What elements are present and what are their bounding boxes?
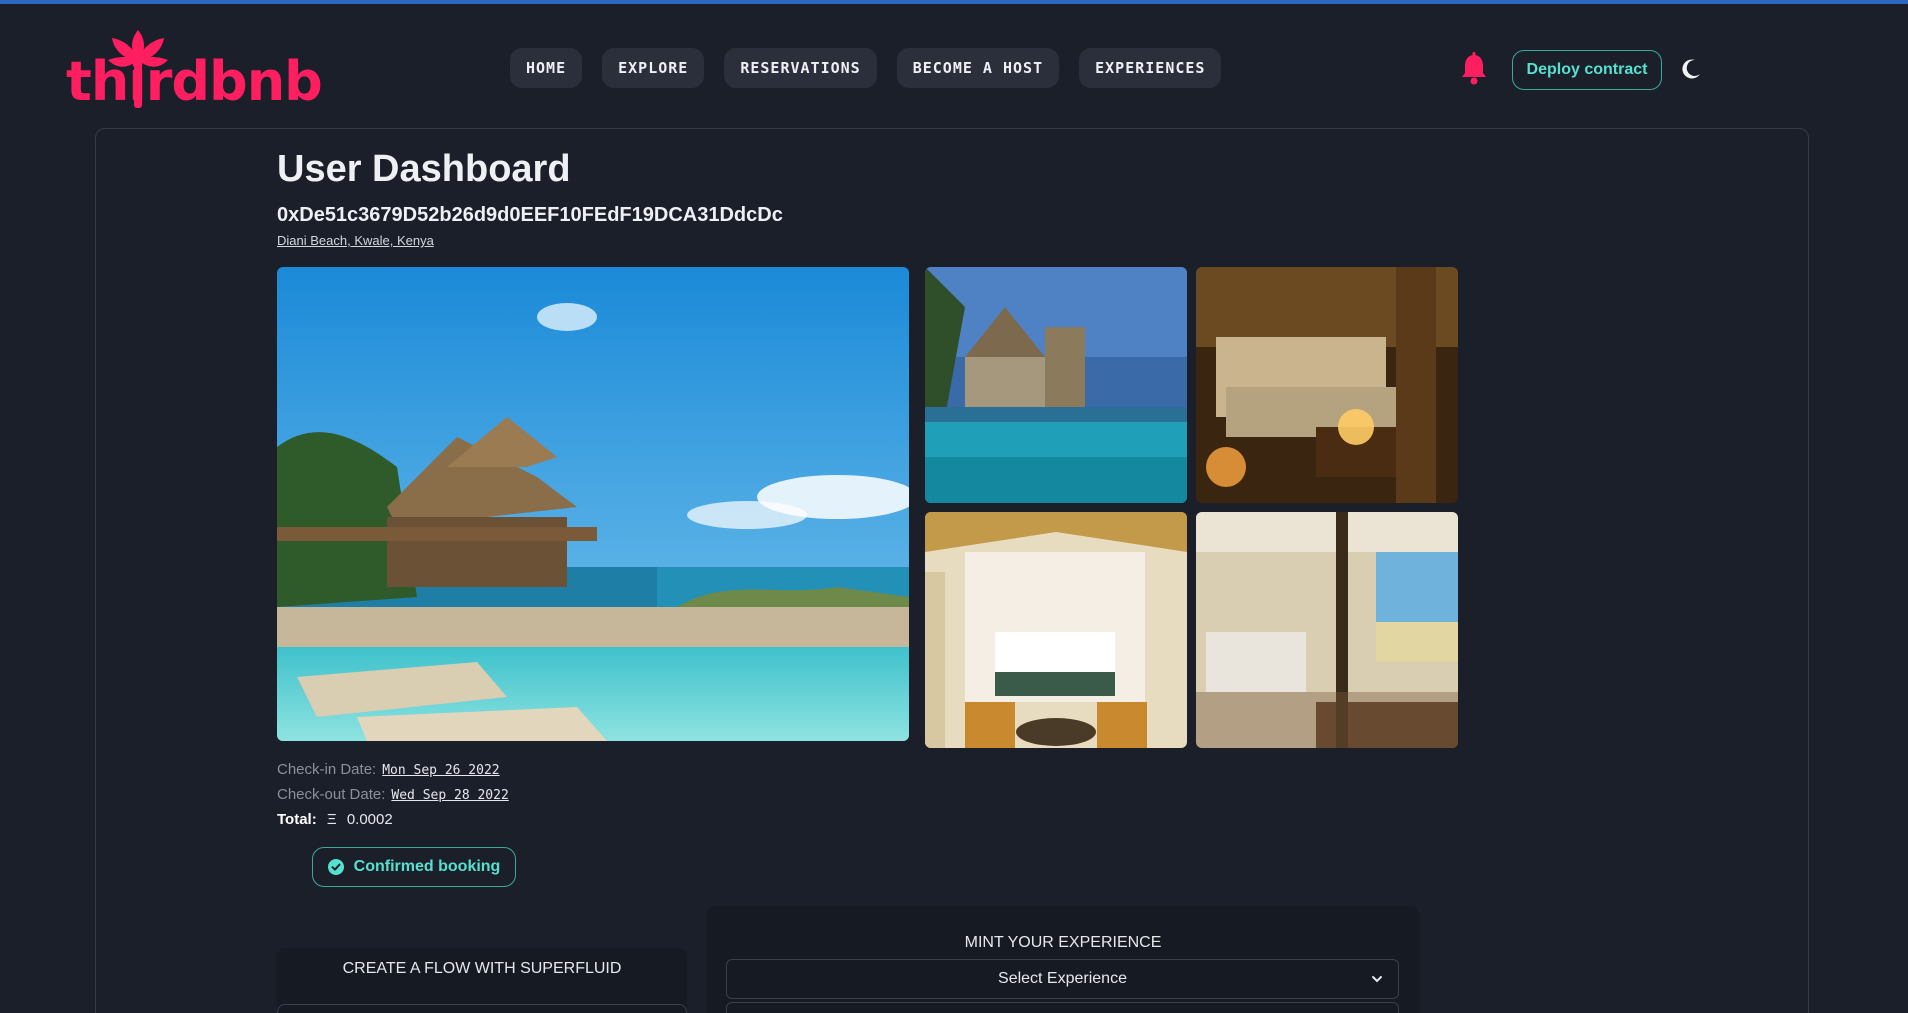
property-photo-lounge[interactable] [1196, 267, 1458, 503]
property-photo-bedroom[interactable] [925, 512, 1187, 748]
nav-reservations[interactable]: RESERVATIONS [724, 48, 877, 88]
check-circle-icon [327, 859, 344, 875]
checkout-row: Check-out Date: Wed Sep 28 2022 [277, 786, 509, 803]
currency-symbol: Ξ [326, 811, 337, 828]
main-property-photo[interactable] [277, 267, 909, 741]
location-link[interactable]: Diani Beach, Kwale, Kenya [277, 233, 434, 248]
main-nav: HOME EXPLORE RESERVATIONS BECOME A HOST … [510, 48, 1222, 88]
experience-select[interactable]: Select Experience [726, 959, 1399, 999]
bell-icon[interactable] [1458, 52, 1490, 86]
checkout-label: Check-out Date: [277, 786, 386, 803]
confirmed-booking-label: Confirmed booking [353, 858, 501, 875]
property-photo-canopy[interactable] [1196, 512, 1458, 748]
page-title: User Dashboard [277, 148, 571, 190]
mint-experience-title: MINT YOUR EXPERIENCE [964, 934, 1162, 951]
checkin-label: Check-in Date: [277, 761, 377, 778]
property-photo-pool[interactable] [925, 267, 1187, 503]
wallet-address: 0xDe51c3679D52b26d9d0EEF10FEdF19DCA31Ddc… [277, 204, 783, 226]
moon-icon[interactable] [1680, 58, 1702, 80]
chevron-down-icon [1372, 976, 1382, 983]
total-row: Total: Ξ 0.0002 [277, 811, 393, 828]
confirmed-booking-badge[interactable]: Confirmed booking [312, 847, 516, 887]
total-label: Total: [277, 811, 317, 828]
superfluid-flow-title: CREATE A FLOW WITH SUPERFLUID [342, 960, 622, 977]
total-value: 0.0002 [346, 811, 393, 828]
nav-explore[interactable]: EXPLORE [602, 48, 705, 88]
checkout-date: Wed Sep 28 2022 [391, 788, 509, 803]
nav-become-a-host[interactable]: BECOME A HOST [896, 48, 1060, 88]
mint-secondary-field[interactable] [726, 1002, 1399, 1013]
nav-home[interactable]: HOME [510, 48, 583, 88]
brand-logo[interactable]: thirdbnb [66, 24, 323, 116]
experience-select-value: Select Experience [998, 970, 1127, 987]
nav-experiences[interactable]: EXPERIENCES [1079, 48, 1222, 88]
deploy-contract-button[interactable]: Deploy contract [1512, 50, 1662, 90]
checkin-date: Mon Sep 26 2022 [382, 763, 500, 778]
checkin-row: Check-in Date: Mon Sep 26 2022 [277, 761, 500, 778]
superfluid-flow-input[interactable] [277, 1004, 687, 1013]
brand-name: thirdbnb [66, 50, 323, 113]
header: thirdbnb HOME EXPLORE RESERVATIONS BECOM… [0, 4, 1908, 124]
